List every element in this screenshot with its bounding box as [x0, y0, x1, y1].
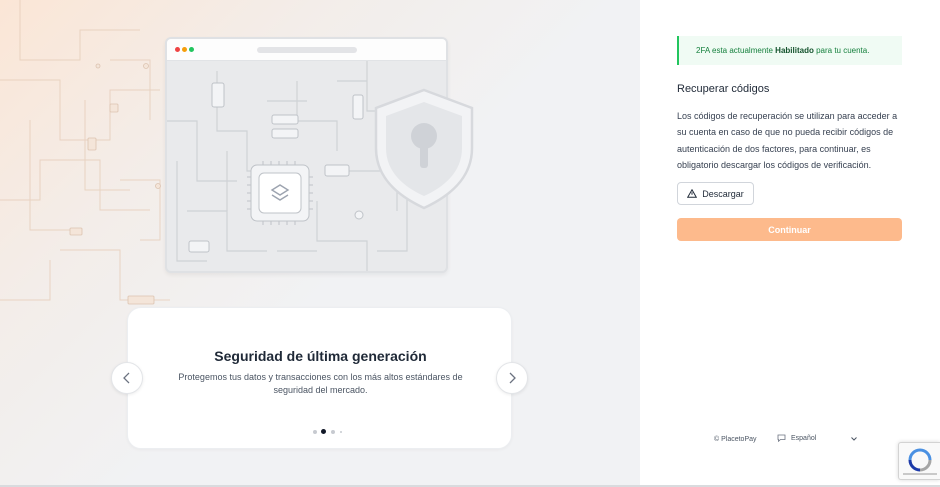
chevron-left-icon: [123, 372, 130, 384]
window-dot-red: [175, 47, 180, 52]
2fa-status-alert: 2FA esta actualmente Habilitado para tu …: [677, 36, 902, 65]
alert-prefix: 2FA esta actualmente: [696, 46, 773, 55]
recovery-title: Recuperar códigos: [677, 83, 770, 95]
carousel-next-button[interactable]: [496, 362, 528, 394]
slide-description: Protegemos tus datos y transacciones con…: [178, 372, 463, 395]
window-dot-yellow: [182, 47, 187, 52]
chevron-down-icon[interactable]: [850, 435, 858, 443]
alert-suffix: para tu cuenta.: [816, 46, 870, 55]
carousel-prev-button[interactable]: [111, 362, 143, 394]
recaptcha-caption: [903, 473, 937, 475]
recovery-description: Los códigos de recuperación se utilizan …: [677, 111, 898, 170]
carousel-card: Seguridad de última generación Protegemo…: [127, 307, 512, 449]
download-button[interactable]: Descargar: [677, 182, 754, 205]
language-selector[interactable]: Español: [777, 434, 816, 442]
footer-copyright: © PlacetoPay: [714, 436, 757, 443]
alert-status: Habilitado: [775, 46, 814, 55]
chat-bubble-icon: [777, 434, 786, 442]
download-label: Descargar: [702, 188, 744, 199]
pagination-dot[interactable]: [313, 430, 317, 434]
browser-titlebar: [167, 39, 446, 61]
illustration-panel: Seguridad de última generación Protegemo…: [0, 0, 640, 487]
recaptcha-badge[interactable]: [898, 442, 940, 480]
language-label: Español: [791, 434, 817, 442]
pagination-dot[interactable]: [331, 430, 335, 434]
carousel-pagination: [313, 429, 353, 435]
shield-lock-icon: [374, 88, 474, 210]
recaptcha-logo-icon: [908, 448, 932, 472]
window-dot-green: [189, 47, 194, 52]
warning-triangle-icon: [687, 189, 698, 198]
chevron-right-icon: [509, 372, 516, 384]
slide-title: Seguridad de última generación: [214, 348, 427, 364]
continue-label: Continuar: [768, 224, 811, 235]
pagination-dot-active[interactable]: [321, 429, 326, 434]
two-factor-panel: 2FA esta actualmente Habilitado para tu …: [640, 0, 940, 487]
address-bar: [257, 47, 357, 53]
continue-button[interactable]: Continuar: [677, 218, 902, 241]
pagination-dot[interactable]: [340, 431, 342, 433]
